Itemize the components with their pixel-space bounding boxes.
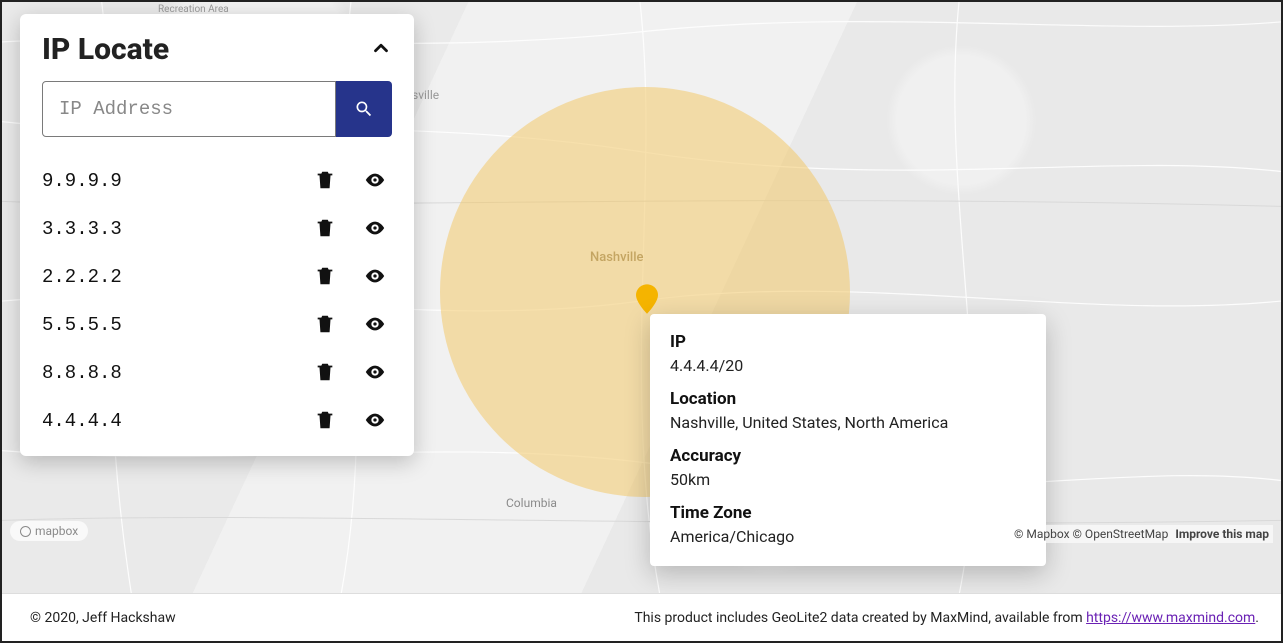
ip-history-list: 9.9.9.9 3.3.3.3 2.2.2.2 5.5.5.5 8.8.8.8 4.4.4… [42,157,392,445]
location-popup: IP 4.4.4.4/20 Location Nashville, United… [650,314,1046,566]
chevron-up-icon [370,37,392,59]
map-label-partial-city: sville [412,88,439,102]
popup-location-value: Nashville, United States, North America [670,413,1026,432]
footer: © 2020, Jeff Hackshaw This product inclu… [2,593,1281,641]
popup-location-label: Location [670,389,1026,409]
ip-list-item-address: 5.5.5.5 [42,314,314,336]
trash-icon [314,265,336,290]
search-button[interactable] [336,81,392,137]
delete-ip-button[interactable] [314,169,336,194]
view-ip-button[interactable] [364,409,386,434]
eye-icon [364,169,386,194]
eye-icon [364,313,386,338]
trash-icon [314,169,336,194]
view-ip-button[interactable] [364,361,386,386]
map-attribution: © Mapbox © OpenStreetMap Improve this ma… [1010,525,1273,543]
map-label-columbia: Columbia [506,496,557,510]
ip-list-item: 3.3.3.3 [42,205,392,253]
mapbox-logo-icon [20,526,31,537]
ip-list-item-address: 2.2.2.2 [42,266,314,288]
trash-icon [314,217,336,242]
popup-accuracy-value: 50km [670,470,1026,489]
attribution-mapbox[interactable]: © Mapbox [1014,527,1070,541]
popup-accuracy-label: Accuracy [670,446,1026,466]
delete-ip-button[interactable] [314,409,336,434]
mapbox-logo-text: mapbox [35,524,78,538]
popup-timezone-value: America/Chicago [670,527,1026,546]
eye-icon [364,409,386,434]
popup-ip-label: IP [670,332,1026,352]
view-ip-button[interactable] [364,265,386,290]
ip-list-item-address: 4.4.4.4 [42,410,314,432]
ip-list-item: 8.8.8.8 [42,349,392,397]
trash-icon [314,361,336,386]
view-ip-button[interactable] [364,169,386,194]
footer-copyright: © 2020, Jeff Hackshaw [30,610,176,626]
ip-list-item: 5.5.5.5 [42,301,392,349]
mapbox-logo[interactable]: mapbox [10,521,88,541]
map-marker[interactable] [636,284,658,314]
popup-timezone-label: Time Zone [670,503,1026,523]
ip-list-item: 2.2.2.2 [42,253,392,301]
improve-map-link[interactable]: Improve this map [1175,527,1269,541]
attribution-osm[interactable]: © OpenStreetMap [1073,527,1169,541]
ip-list-item-address: 3.3.3.3 [42,218,314,240]
ip-list-item-address: 9.9.9.9 [42,170,314,192]
view-ip-button[interactable] [364,313,386,338]
ip-address-input[interactable] [42,81,336,137]
delete-ip-button[interactable] [314,217,336,242]
eye-icon [364,217,386,242]
eye-icon [364,361,386,386]
trash-icon [314,313,336,338]
eye-icon [364,265,386,290]
footer-geolite: This product includes GeoLite2 data crea… [634,610,1259,626]
trash-icon [314,409,336,434]
panel-title: IP Locate [42,32,169,67]
footer-geolite-prefix: This product includes GeoLite2 data crea… [634,610,1086,626]
delete-ip-button[interactable] [314,313,336,338]
delete-ip-button[interactable] [314,361,336,386]
popup-ip-value: 4.4.4.4/20 [670,356,1026,375]
footer-geolite-suffix: . [1255,610,1259,626]
collapse-panel-button[interactable] [370,37,392,63]
delete-ip-button[interactable] [314,265,336,290]
footer-maxmind-link[interactable]: https://www.maxmind.com [1086,610,1255,626]
ip-locate-panel: IP Locate 9.9.9.9 3.3.3.3 2.2.2.2 5.5.5.5 8.… [20,14,414,456]
ip-list-item: 4.4.4.4 [42,397,392,445]
ip-list-item-address: 8.8.8.8 [42,362,314,384]
ip-list-item: 9.9.9.9 [42,157,392,205]
search-icon [354,99,374,119]
view-ip-button[interactable] [364,217,386,242]
